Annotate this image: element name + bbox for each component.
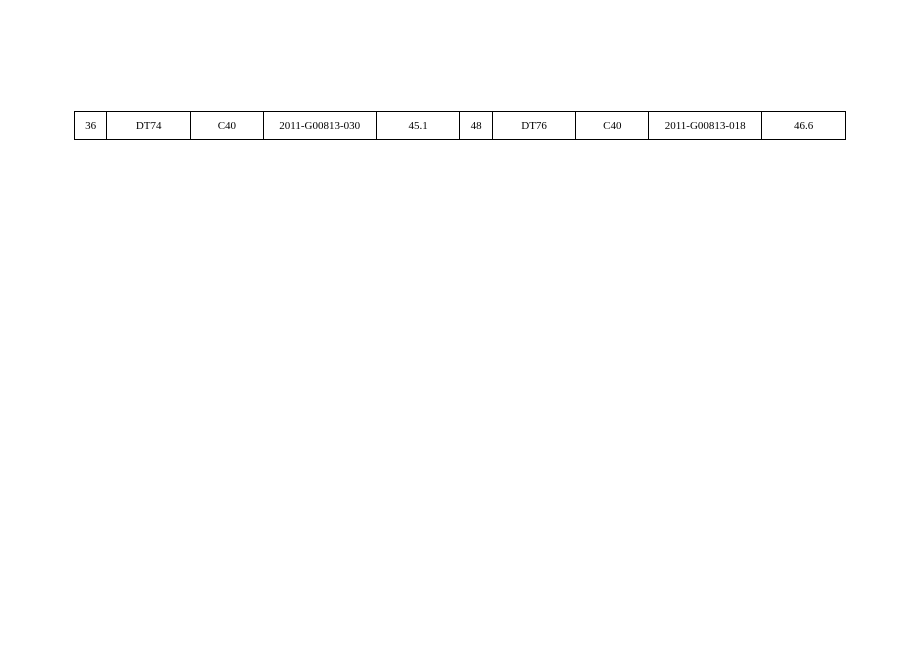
data-table-container: 36 DT74 C40 2011-G00813-030 45.1 48 DT76… bbox=[74, 111, 846, 140]
cell-ref-1: 2011-G00813-030 bbox=[263, 112, 376, 140]
cell-value-2: 46.6 bbox=[762, 112, 846, 140]
cell-seq-2: 48 bbox=[460, 112, 492, 140]
cell-grade-2: C40 bbox=[576, 112, 649, 140]
cell-ref-2: 2011-G00813-018 bbox=[649, 112, 762, 140]
cell-value-1: 45.1 bbox=[376, 112, 460, 140]
cell-seq-1: 36 bbox=[75, 112, 107, 140]
cell-code-1: DT74 bbox=[107, 112, 191, 140]
data-table: 36 DT74 C40 2011-G00813-030 45.1 48 DT76… bbox=[74, 111, 846, 140]
cell-grade-1: C40 bbox=[191, 112, 264, 140]
table-row: 36 DT74 C40 2011-G00813-030 45.1 48 DT76… bbox=[75, 112, 846, 140]
cell-code-2: DT76 bbox=[492, 112, 576, 140]
